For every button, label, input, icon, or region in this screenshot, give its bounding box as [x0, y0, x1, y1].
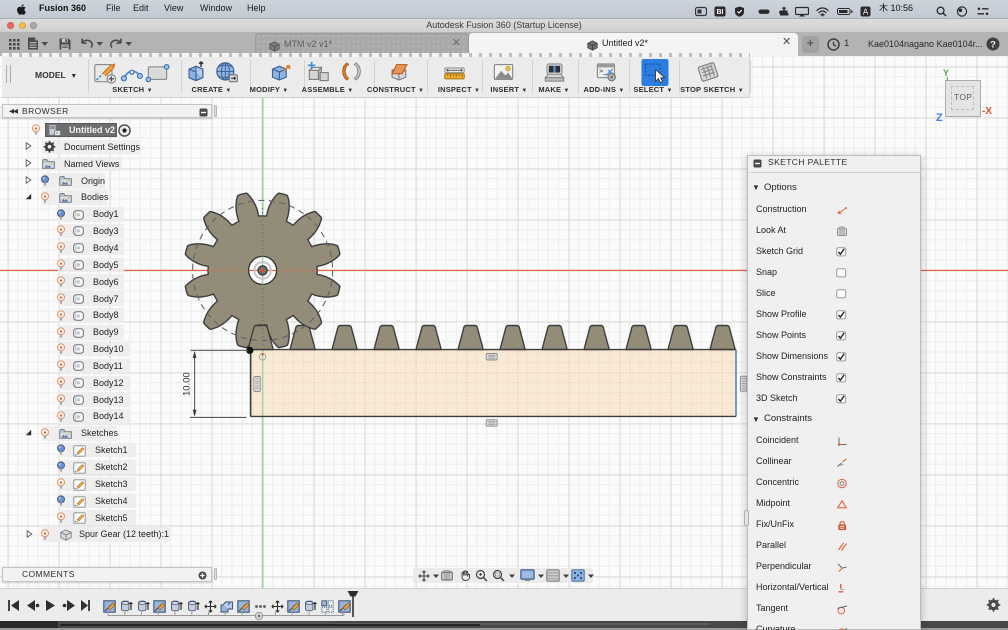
svg-text:10.00: 10.00 — [182, 372, 193, 396]
svg-text:>_: >_ — [599, 68, 607, 75]
svg-text:?: ? — [990, 40, 996, 51]
svg-text:BI: BI — [717, 9, 724, 16]
svg-text:A: A — [863, 7, 869, 16]
